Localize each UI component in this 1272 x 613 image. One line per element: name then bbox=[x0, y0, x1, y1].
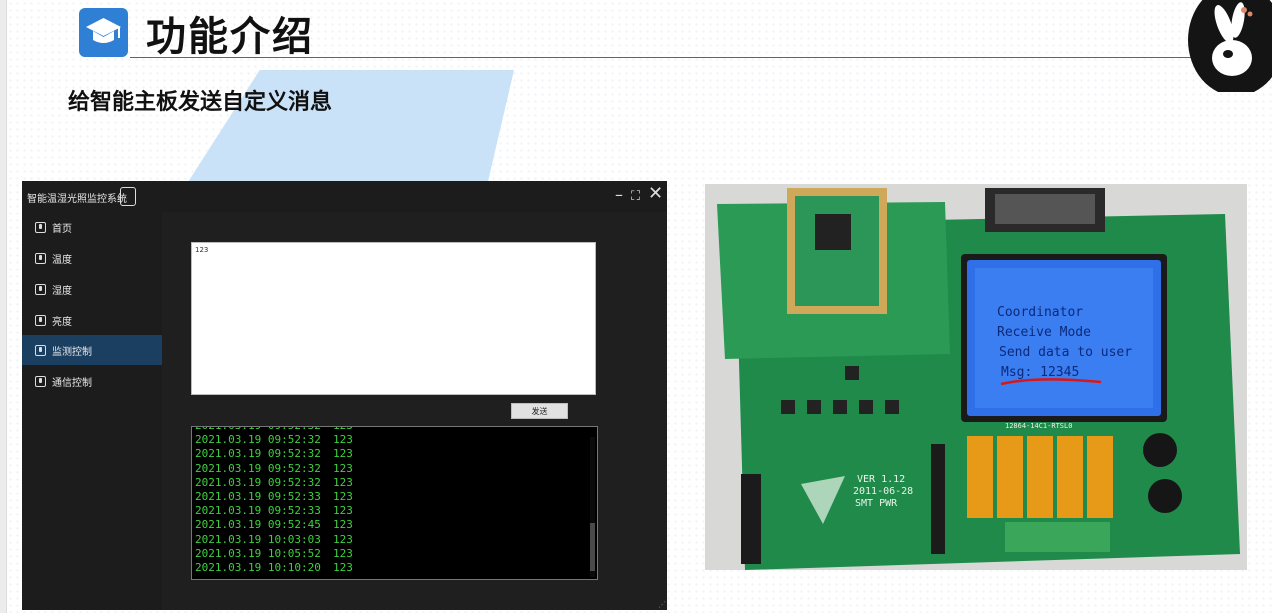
nav-item-monitor-control[interactable]: 监测控制 bbox=[22, 335, 162, 365]
nav-item-label: 监测控制 bbox=[52, 346, 92, 358]
window-title: 智能温湿光照监控系统 bbox=[27, 194, 127, 205]
minimize-icon[interactable]: – bbox=[615, 187, 623, 203]
log-time: 2021.03.19 09:52:32 bbox=[195, 475, 321, 489]
log-row: 2021.03.19 09:52:32 123 bbox=[195, 476, 353, 490]
log-time: 2021.03.19 09:52:32 bbox=[195, 461, 321, 475]
log-time: 2021.03.19 10:03:03 bbox=[195, 532, 321, 546]
log-row: 2021.03.19 09:52:33 123 bbox=[195, 504, 353, 518]
log-time: 2021.03.19 09:52:45 bbox=[195, 518, 321, 532]
log-time: 2021.03.19 09:52:32 bbox=[195, 427, 333, 432]
board-pwr: SMT PWR bbox=[855, 498, 898, 509]
lcd-line-1: Coordinator bbox=[997, 305, 1083, 320]
board-version: VER 1.12 bbox=[857, 474, 905, 485]
nav-item-temperature[interactable]: 温度 bbox=[22, 243, 162, 273]
sidebar: 首页 温度 湿度 亮度 监测控制 通信控制 bbox=[22, 212, 162, 610]
log-message: 123 bbox=[333, 489, 353, 503]
left-edge bbox=[0, 0, 7, 613]
app-logo-icon bbox=[35, 252, 46, 264]
app-logo-icon bbox=[120, 187, 136, 206]
message-log[interactable]: 2021.03.19 09:52:32 123 2021.03.19 09:52:3… bbox=[191, 426, 598, 580]
log-row: 2021.03.19 09:52:45 123 bbox=[195, 518, 353, 532]
nav-item-brightness[interactable]: 亮度 bbox=[22, 305, 162, 335]
board-photo: Coordinator Receive Mode Send data to us… bbox=[705, 184, 1247, 570]
log-message: 123 bbox=[333, 427, 353, 432]
log-message: 123 bbox=[333, 504, 353, 518]
log-row: 2021.03.19 10:10:20 123 bbox=[195, 561, 353, 575]
log-message: 123 bbox=[333, 532, 353, 546]
app-logo-icon bbox=[35, 344, 46, 356]
log-row: 2021.03.19 09:52:32 123 bbox=[195, 447, 353, 461]
nav-item-label: 亮度 bbox=[52, 316, 72, 328]
rabbit-logo bbox=[1184, 0, 1272, 92]
log-row: 2021.03.19 10:03:03 123 bbox=[195, 533, 353, 547]
slide-subtitle: 给智能主板发送自定义消息 bbox=[68, 90, 333, 115]
app-logo-icon bbox=[35, 314, 46, 326]
nav-item-communication-control[interactable]: 通信控制 bbox=[22, 366, 162, 396]
log-message: 123 bbox=[333, 461, 353, 475]
app-logo-icon bbox=[35, 221, 46, 233]
nav-item-label: 湿度 bbox=[52, 285, 72, 297]
log-time: 2021.03.19 10:10:20 bbox=[195, 560, 321, 574]
nav-item-humidity[interactable]: 湿度 bbox=[22, 274, 162, 304]
nav-item-home[interactable]: 首页 bbox=[22, 212, 162, 242]
close-icon[interactable]: ✕ bbox=[648, 185, 663, 203]
title-divider bbox=[130, 57, 1225, 58]
log-scrollbar-thumb[interactable] bbox=[590, 523, 595, 571]
app-logo-icon bbox=[35, 375, 46, 387]
graduation-cap-icon bbox=[79, 8, 128, 57]
main-panel: 123 发送 2021.03.19 09:52:32 123 2021.03.19 … bbox=[162, 212, 667, 610]
lcd-line-3: Send data to user bbox=[999, 345, 1132, 360]
log-time: 2021.03.19 10:05:52 bbox=[195, 546, 321, 560]
board-date: 2011-06-28 bbox=[853, 486, 913, 497]
log-time: 2021.03.19 09:52:33 bbox=[195, 504, 321, 518]
log-list: 2021.03.19 09:52:32 123 2021.03.19 09:52:3… bbox=[195, 427, 353, 575]
log-message: 123 bbox=[333, 518, 353, 532]
log-row: 2021.03.19 10:05:52 123 bbox=[195, 547, 353, 561]
log-message: 123 bbox=[333, 447, 353, 461]
log-row: 2021.03.19 09:52:32 123 bbox=[195, 462, 353, 476]
log-row: 2021.03.19 09:52:32123 bbox=[195, 427, 353, 433]
lcd-line-2: Receive Mode bbox=[997, 325, 1091, 340]
nav-item-label: 温度 bbox=[52, 254, 72, 266]
log-time: 2021.03.19 09:52:32 bbox=[195, 447, 321, 461]
app-window: 智能温湿光照监控系统 – ⛶ ✕ 首页 温度 湿度 亮度 监测控制 通信控制 1… bbox=[22, 181, 667, 610]
log-row: 2021.03.19 09:52:32 123 bbox=[195, 433, 353, 447]
log-time: 2021.03.19 09:52:32 bbox=[195, 433, 321, 447]
resize-grip-icon[interactable]: ⋰ bbox=[658, 600, 666, 609]
nav-item-label: 首页 bbox=[52, 223, 72, 235]
log-message: 123 bbox=[333, 475, 353, 489]
log-message: 123 bbox=[333, 546, 353, 560]
log-message: 123 bbox=[333, 560, 353, 574]
maximize-icon[interactable]: ⛶ bbox=[631, 189, 640, 205]
slide-title: 功能介绍 bbox=[146, 14, 314, 60]
lcd-model-label: 12864-14C1-RTSL0 bbox=[1005, 422, 1072, 430]
send-button[interactable]: 发送 bbox=[511, 403, 568, 419]
log-message: 123 bbox=[333, 433, 353, 447]
app-logo-icon bbox=[35, 283, 46, 295]
nav-item-label: 通信控制 bbox=[52, 377, 92, 389]
message-input[interactable]: 123 bbox=[191, 242, 596, 395]
window-titlebar[interactable]: 智能温湿光照监控系统 – ⛶ ✕ bbox=[22, 181, 667, 212]
log-row: 2021.03.19 09:52:33 123 bbox=[195, 490, 353, 504]
lcd-line-4: Msg: 12345 bbox=[1001, 365, 1079, 380]
log-time: 2021.03.19 09:52:33 bbox=[195, 489, 321, 503]
